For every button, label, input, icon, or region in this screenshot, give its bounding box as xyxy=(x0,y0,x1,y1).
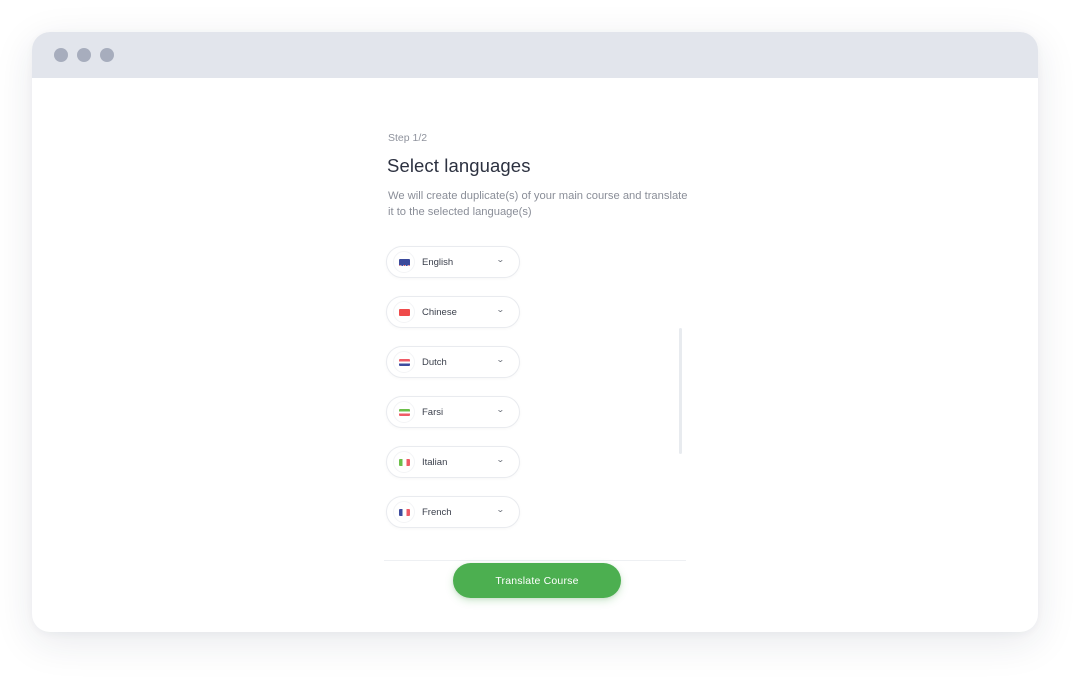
language-label: French xyxy=(422,507,452,518)
china-flag-icon xyxy=(399,309,410,316)
chevron-down-icon: ⌄ xyxy=(496,405,506,414)
chevron-down-icon: ⌄ xyxy=(496,355,506,364)
language-select-french[interactable]: French ⌄ xyxy=(386,496,520,528)
chevron-down-icon: ⌄ xyxy=(496,455,506,464)
chevron-down-icon: ⌄ xyxy=(496,305,506,314)
flag-badge xyxy=(393,301,415,323)
language-select-italian[interactable]: Italian ⌄ xyxy=(386,446,520,478)
language-label: Italian xyxy=(422,457,448,468)
flag-badge xyxy=(393,501,415,523)
language-label: Dutch xyxy=(422,357,447,368)
step-indicator: Step 1/2 xyxy=(388,132,428,144)
language-select-farsi[interactable]: Farsi ⌄ xyxy=(386,396,520,428)
chevron-down-icon: ⌄ xyxy=(496,505,506,514)
window-titlebar xyxy=(32,32,1038,78)
language-select-chinese[interactable]: Chinese ⌄ xyxy=(386,296,520,328)
language-select-english[interactable]: English ⌄ xyxy=(386,246,520,278)
language-label: Chinese xyxy=(422,307,457,318)
window-minimize-dot-icon[interactable] xyxy=(77,48,91,62)
language-select-dutch[interactable]: Dutch ⌄ xyxy=(386,346,520,378)
language-label: English xyxy=(422,257,454,268)
browser-window: Step 1/2 Select languages We will create… xyxy=(32,32,1038,632)
window-close-dot-icon[interactable] xyxy=(54,48,68,62)
netherlands-flag-icon xyxy=(399,359,410,366)
window-maximize-dot-icon[interactable] xyxy=(100,48,114,62)
chevron-down-icon: ⌄ xyxy=(496,255,506,264)
language-list-scrollbar[interactable] xyxy=(679,328,682,454)
france-flag-icon xyxy=(399,509,410,516)
page-title: Select languages xyxy=(387,155,531,176)
flag-badge xyxy=(393,401,415,423)
language-label: Farsi xyxy=(422,407,444,418)
translate-course-button[interactable]: Translate Course xyxy=(453,563,621,598)
flag-badge xyxy=(393,251,415,273)
flag-badge xyxy=(393,351,415,373)
page-content: Step 1/2 Select languages We will create… xyxy=(32,78,1038,632)
language-list: English ⌄ Chinese ⌄ Dutch ⌄ Farsi ⌄ Ital… xyxy=(384,244,686,561)
flag-badge xyxy=(393,451,415,473)
iran-flag-icon xyxy=(399,409,410,416)
italy-flag-icon xyxy=(399,459,410,466)
uk-flag-icon xyxy=(399,259,410,266)
page-description: We will create duplicate(s) of your main… xyxy=(388,190,688,218)
